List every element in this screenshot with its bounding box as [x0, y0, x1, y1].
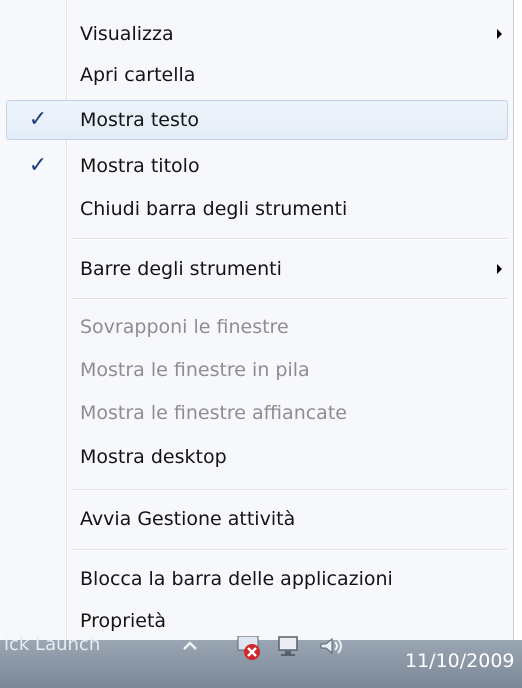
menu-item-label: Chiudi barra degli strumenti [80, 198, 348, 220]
menu-item-label: Barre degli strumenti [80, 258, 282, 280]
menu-separator [72, 549, 508, 551]
chevron-up-icon[interactable] [180, 636, 200, 660]
menu-item-label: Mostra le finestre affiancate [80, 402, 347, 424]
menu-separator [72, 238, 508, 240]
screen: Visualizza Apri cartella ✓ Mostra testo … [0, 0, 522, 688]
menu-item-apri-cartella[interactable]: Apri cartella [6, 55, 508, 95]
menu-item-blocca-barra[interactable]: Blocca la barra delle applicazioni [6, 559, 508, 599]
menu-separator [72, 489, 508, 491]
menu-item-label: Visualizza [80, 23, 174, 45]
menu-item-gestione-attivita[interactable]: Avvia Gestione attività [6, 499, 508, 539]
clock-date[interactable]: 11/10/2009 [405, 650, 515, 672]
quick-launch-label: ick Launch [4, 634, 101, 655]
menu-item-sovrapponi: Sovrapponi le finestre [6, 307, 508, 347]
network-error-icon[interactable] [236, 635, 264, 660]
menu-item-chiudi-barra[interactable]: Chiudi barra degli strumenti [6, 189, 508, 229]
menu-separator [72, 298, 508, 300]
menu-item-affiancate: Mostra le finestre affiancate [6, 393, 508, 433]
menu-item-visualizza[interactable]: Visualizza [6, 14, 508, 54]
menu-item-mostra-testo[interactable]: ✓ Mostra testo [6, 100, 508, 140]
menu-item-label: Mostra desktop [80, 446, 227, 468]
menu-item-label: Apri cartella [80, 64, 196, 86]
submenu-arrow-icon [497, 264, 502, 274]
taskbar: ick Launch 11/10/2009 [0, 634, 522, 688]
menu-item-pila: Mostra le finestre in pila [6, 350, 508, 390]
menu-item-label: Sovrapponi le finestre [80, 316, 289, 338]
taskbar-context-menu: Visualizza Apri cartella ✓ Mostra testo … [0, 0, 514, 640]
menu-item-label: Mostra titolo [80, 155, 200, 177]
checkmark-icon: ✓ [28, 107, 48, 132]
menu-item-barre-strumenti[interactable]: Barre degli strumenti [6, 249, 508, 289]
menu-item-label: Mostra testo [80, 109, 199, 131]
checkmark-icon: ✓ [28, 153, 48, 178]
menu-item-label: Blocca la barra delle applicazioni [80, 568, 393, 590]
menu-item-label: Avvia Gestione attività [80, 508, 296, 530]
monitor-icon[interactable] [276, 636, 302, 660]
submenu-arrow-icon [497, 29, 502, 39]
menu-item-mostra-titolo[interactable]: ✓ Mostra titolo [6, 146, 508, 186]
menu-item-label: Mostra le finestre in pila [80, 359, 310, 381]
speaker-icon[interactable] [318, 636, 346, 660]
menu-item-mostra-desktop[interactable]: Mostra desktop [6, 437, 508, 477]
